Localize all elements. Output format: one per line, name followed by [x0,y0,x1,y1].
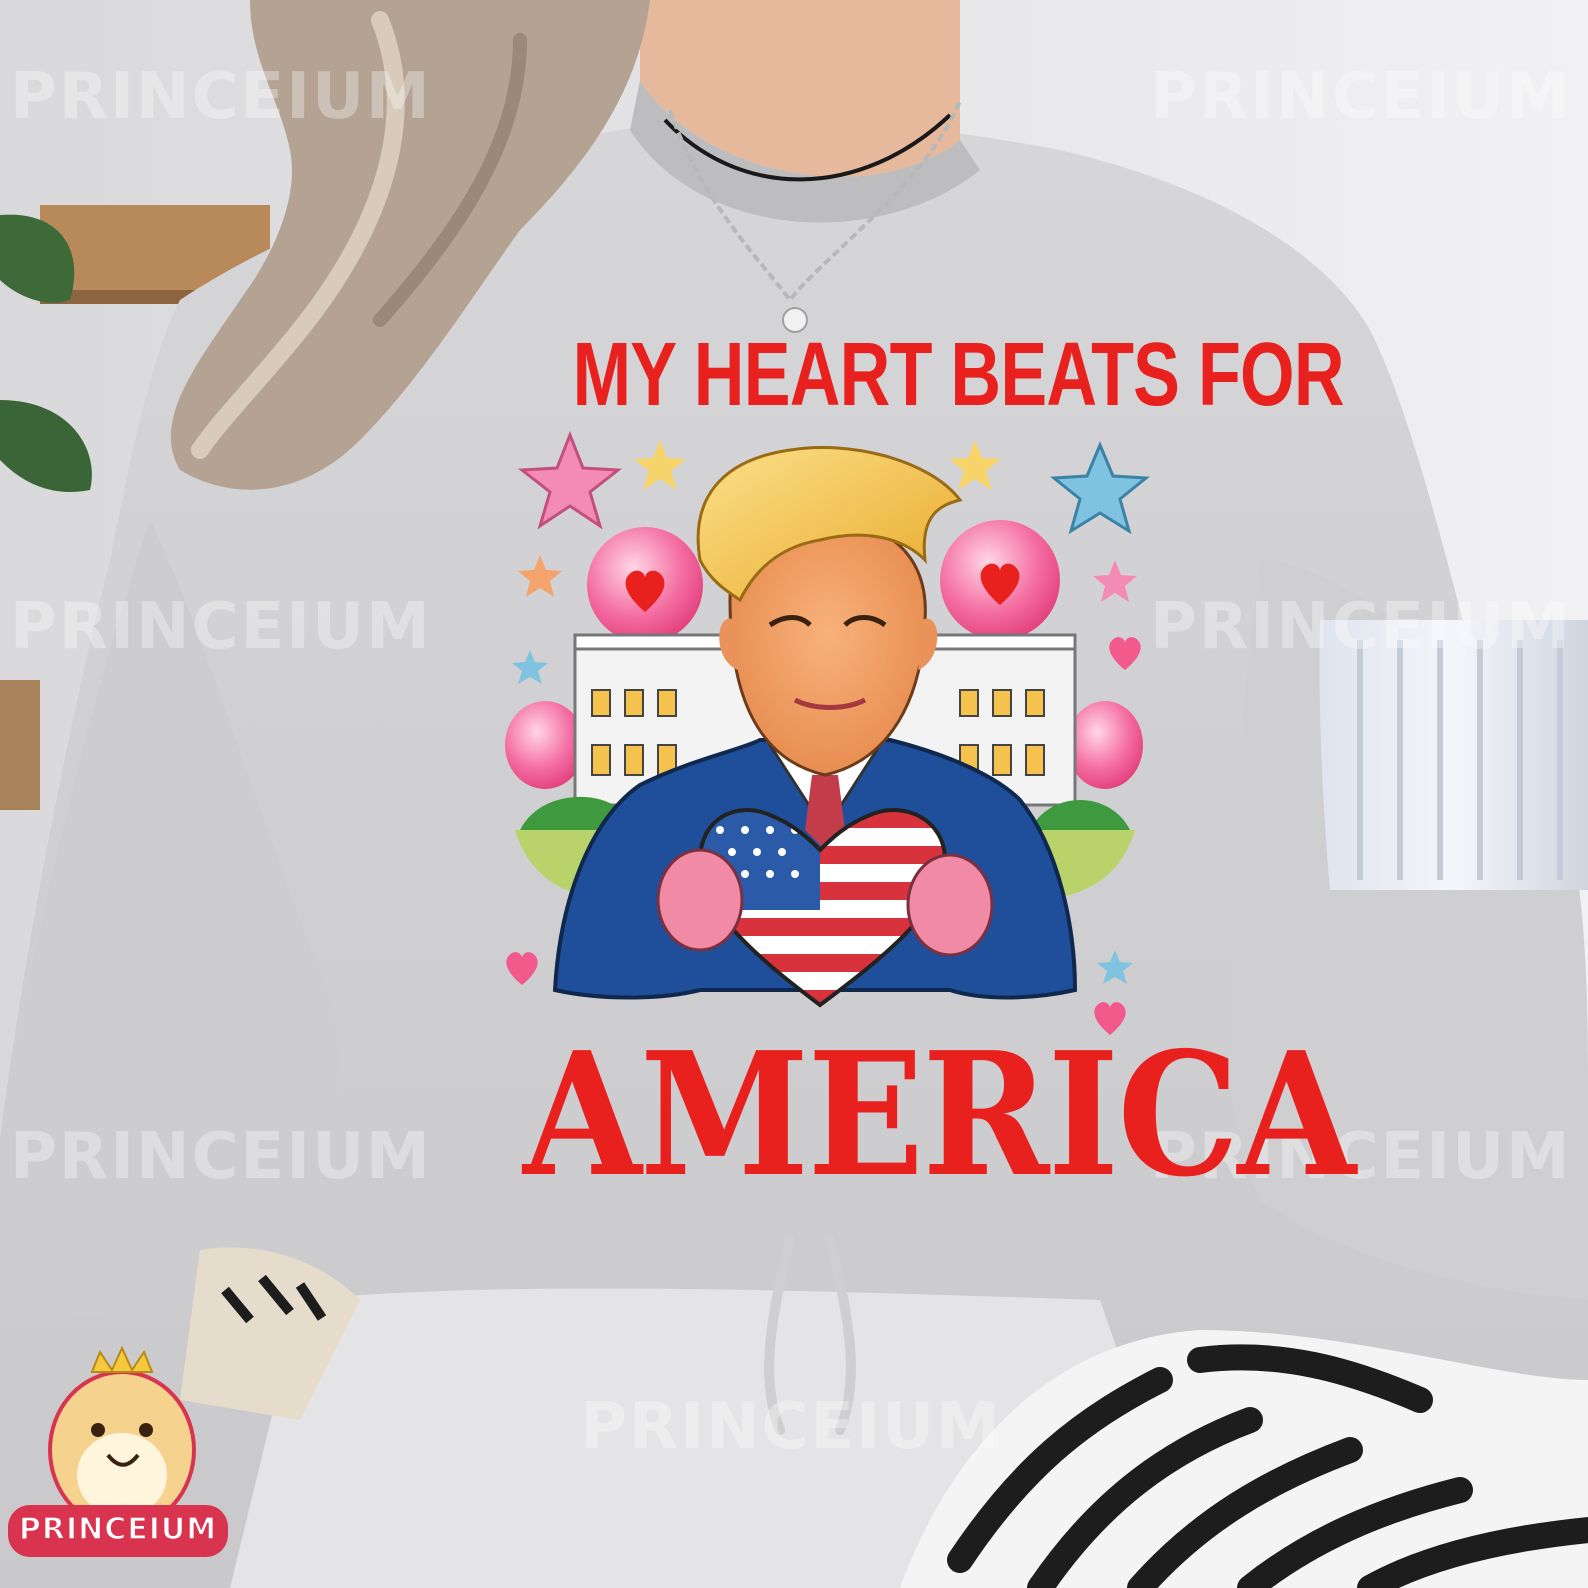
watermark-text: PRINCEIUM [10,590,432,664]
right-hand [906,853,994,957]
watermark-text: PRINCEIUM [580,1390,1002,1464]
balloon-mid-left [505,701,585,789]
logo-text: PRINCEIUM [18,1511,218,1548]
wood-frame [0,680,40,810]
photo-scene [0,0,1588,1588]
watermark-text: PRINCEIUM [10,60,432,134]
watermark-text: PRINCEIUM [1150,590,1572,664]
shirt-headline: MY HEART BEATS FOR [572,325,1345,425]
watermark-text: PRINCEIUM [1150,60,1572,134]
shirt-main-word: AMERICA [523,1015,1356,1215]
left-hand [656,848,744,952]
balloon-mid-right [1067,701,1143,789]
watermark-text: PRINCEIUM [10,1120,432,1194]
